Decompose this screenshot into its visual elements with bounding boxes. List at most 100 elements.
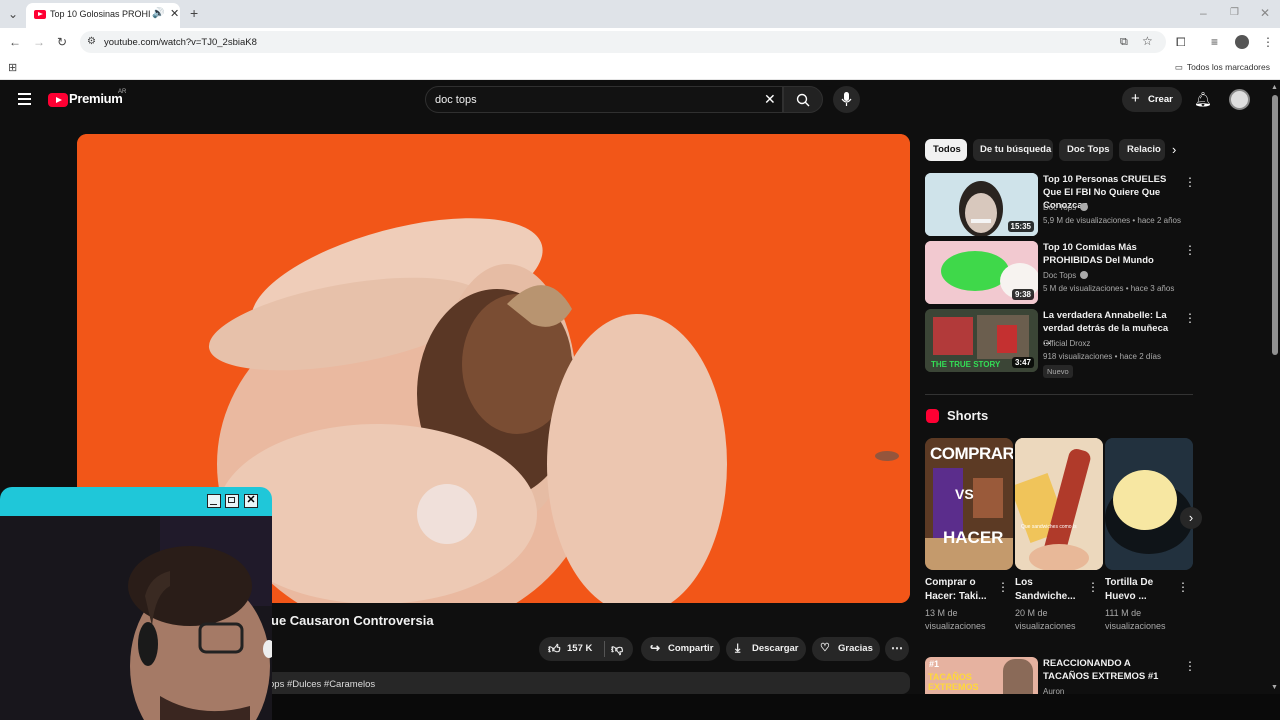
- scroll-down-icon[interactable]: ▼: [1271, 684, 1278, 691]
- share-button[interactable]: ↪ Compartir: [641, 637, 720, 661]
- tab-search-icon[interactable]: ⌄: [8, 8, 18, 20]
- dislike-icon[interactable]: 👎︎: [611, 642, 623, 657]
- account-avatar[interactable]: [1229, 89, 1250, 110]
- hamburger-menu-icon[interactable]: [18, 93, 31, 105]
- speaker-icon[interactable]: 🔊: [152, 8, 164, 19]
- youtube-logo-icon[interactable]: [48, 93, 68, 107]
- rec-channel[interactable]: Doc Tops: [1043, 271, 1089, 280]
- close-window-icon[interactable]: ✕: [1260, 7, 1270, 19]
- browser-tab[interactable]: Top 10 Golosinas PROHIBIDAS 🔊 ✕: [26, 3, 180, 28]
- chip-label: Relacio: [1127, 144, 1161, 155]
- rec-meta: 5,9 M de visualizaciones • hace 2 años: [1043, 216, 1181, 225]
- download-button[interactable]: ⤓ Descargar: [726, 637, 806, 661]
- minimize-icon[interactable]: –: [1200, 7, 1207, 19]
- rec-menu-icon[interactable]: ⋮: [1184, 311, 1196, 325]
- divider: [604, 641, 605, 657]
- forward-icon[interactable]: →: [33, 36, 45, 48]
- download-label: Descargar: [752, 643, 799, 654]
- short-thumb-vs-text: VS: [955, 486, 974, 502]
- short-title[interactable]: Comprar o Hacer: Taki...: [925, 576, 1000, 604]
- bookmark-star-icon[interactable]: ☆: [1142, 35, 1153, 47]
- short-thumbnail[interactable]: Que sandwiches como is: [1015, 438, 1103, 570]
- media-icon[interactable]: ≡: [1211, 36, 1218, 48]
- reload-icon[interactable]: ↻: [57, 36, 67, 48]
- thanks-button[interactable]: ♡ Gracias: [812, 637, 880, 661]
- short-thumbnail-image: [1015, 438, 1103, 570]
- create-label: Crear: [1148, 94, 1173, 105]
- chip-label: Todos: [933, 144, 961, 155]
- back-icon[interactable]: ←: [9, 36, 21, 48]
- tab-title: Top 10 Golosinas PROHIBIDAS: [50, 9, 150, 19]
- webcam-minimize-icon[interactable]: [207, 494, 221, 508]
- apps-grid-icon[interactable]: ⊞: [8, 62, 17, 74]
- menu-dots-icon[interactable]: ⋮: [1262, 36, 1274, 48]
- short-menu-icon[interactable]: ⋮: [1177, 580, 1189, 594]
- profile-avatar[interactable]: [1235, 35, 1249, 49]
- chips-next-icon[interactable]: ›: [1172, 142, 1176, 157]
- extensions-icon[interactable]: ⧠: [1176, 36, 1186, 48]
- short-thumbnail[interactable]: [1105, 438, 1193, 570]
- shorts-heading: Shorts: [947, 408, 989, 423]
- rec-meta: 918 visualizaciones • hace 2 días: [1043, 352, 1161, 361]
- search-input[interactable]: doc tops ✕: [425, 86, 783, 113]
- site-info-icon[interactable]: ⚙: [87, 36, 96, 48]
- short-views: 20 M de visualizaciones: [1015, 608, 1076, 631]
- all-bookmarks-link[interactable]: ▭ Todos los marcadores: [1175, 62, 1270, 73]
- like-icon[interactable]: 👍︎: [548, 642, 561, 657]
- chip-de-tu-busqueda[interactable]: De tu búsqueda: [973, 139, 1053, 161]
- install-icon[interactable]: ⧉: [1120, 36, 1128, 48]
- rec-title[interactable]: REACCIONANDO A TACAÑOS EXTREMOS #1: [1043, 657, 1178, 683]
- bottom-strip: [272, 694, 1280, 720]
- short-menu-icon[interactable]: ⋮: [997, 580, 1009, 594]
- rec-menu-icon[interactable]: ⋮: [1184, 175, 1196, 189]
- notifications-bell-icon[interactable]: 🔔︎: [1194, 91, 1212, 108]
- create-button[interactable]: + Crear: [1122, 87, 1182, 112]
- new-badge: Nuevo: [1043, 365, 1073, 378]
- search-query: doc tops: [435, 94, 477, 106]
- logo-text[interactable]: Premium: [69, 91, 123, 106]
- shorts-next-icon[interactable]: ›: [1180, 507, 1202, 529]
- thumb-face: [1003, 659, 1033, 694]
- more-dots-icon: ⋯: [891, 641, 903, 655]
- rec-thumbnail[interactable]: #1 TACAÑOS EXTREMOS: [925, 657, 1038, 694]
- rec-thumbnail[interactable]: 15:35: [925, 173, 1038, 236]
- rec-thumbnail[interactable]: 9:38: [925, 241, 1038, 304]
- youtube-header: Premium AR doc tops ✕ + Crear 🔔︎: [0, 81, 1280, 119]
- short-title[interactable]: Los Sandwiche...: [1015, 576, 1090, 604]
- folder-icon: ▭: [1174, 62, 1183, 72]
- scroll-up-icon[interactable]: ▲: [1271, 84, 1278, 91]
- rec-channel[interactable]: Doc Tops: [1043, 203, 1089, 212]
- rec-thumbnail[interactable]: THE TRUE STORY 3:47: [925, 309, 1038, 372]
- chip-todos[interactable]: Todos: [925, 139, 967, 161]
- short-title[interactable]: Tortilla De Huevo ...: [1105, 576, 1180, 604]
- channel-name: Doc Tops: [1043, 203, 1077, 212]
- short-thumbnail[interactable]: COMPRAR VS HACER: [925, 438, 1013, 570]
- all-bookmarks-label: Todos los marcadores: [1186, 62, 1270, 72]
- webcam-maximize-icon[interactable]: [225, 494, 239, 508]
- clear-search-icon[interactable]: ✕: [764, 91, 776, 108]
- like-count[interactable]: 157 K: [567, 643, 592, 654]
- like-dislike-group: 👍︎ 157 K 👎︎: [539, 637, 633, 661]
- new-tab-icon[interactable]: +: [190, 6, 198, 20]
- shorts-logo-icon: [926, 409, 939, 423]
- webcam-close-icon[interactable]: ✕: [244, 494, 258, 508]
- rec-menu-icon[interactable]: ⋮: [1184, 659, 1196, 673]
- duration-badge: 3:47: [1011, 357, 1034, 368]
- rec-title[interactable]: Top 10 Comidas Más PROHIBIDAS Del Mundo: [1043, 241, 1178, 267]
- thanks-label: Gracias: [838, 643, 873, 654]
- rec-menu-icon[interactable]: ⋮: [1184, 243, 1196, 257]
- close-tab-icon[interactable]: ✕: [170, 7, 179, 20]
- webcam-feed: [0, 516, 272, 720]
- plus-icon: +: [1131, 90, 1140, 107]
- chip-doc-tops[interactable]: Doc Tops: [1059, 139, 1113, 161]
- restore-icon[interactable]: ❐: [1230, 7, 1239, 19]
- search-button[interactable]: [783, 86, 823, 113]
- scrollbar-thumb[interactable]: [1272, 95, 1278, 355]
- short-menu-icon[interactable]: ⋮: [1087, 580, 1099, 594]
- chip-relacionados[interactable]: Relacio: [1119, 139, 1165, 161]
- voice-search-button[interactable]: [833, 86, 860, 113]
- youtube-favicon-icon: [34, 10, 46, 19]
- rec-channel[interactable]: Official Droxz: [1043, 339, 1090, 348]
- more-actions-button[interactable]: ⋯: [885, 637, 909, 661]
- url-field[interactable]: ⚙ youtube.com/watch?v=TJ0_2sbiaK8 ⧉ ☆: [80, 31, 1166, 53]
